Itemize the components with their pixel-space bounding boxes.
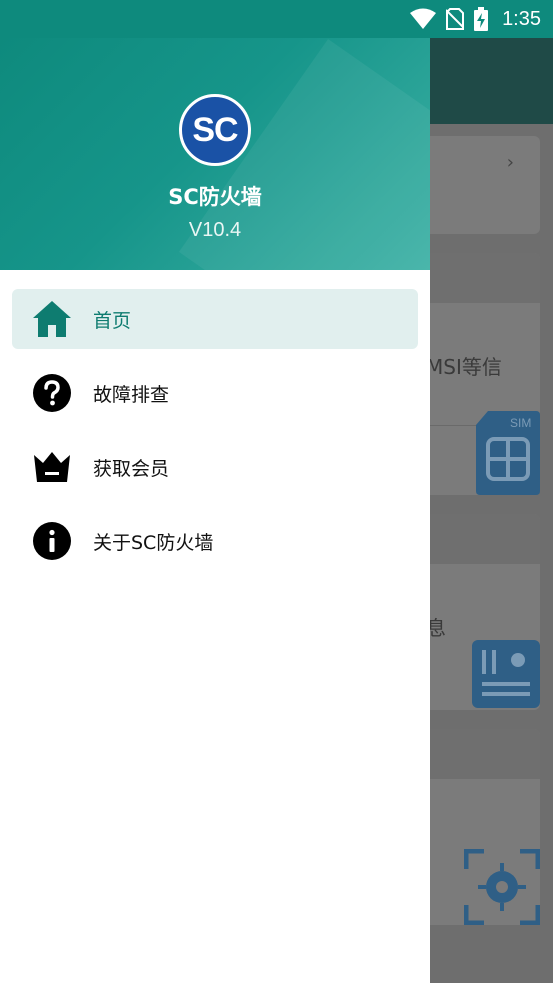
no-sim-icon	[446, 8, 465, 30]
status-icons: 1:35	[410, 6, 541, 32]
menu-item-home[interactable]: 首页	[12, 289, 418, 349]
app-name: SC防火墙	[168, 185, 262, 209]
info-icon	[32, 521, 72, 561]
menu-item-about[interactable]: 关于SC防火墙	[12, 511, 418, 571]
app-logo: SC	[179, 94, 251, 166]
app-version: V10.4	[188, 219, 242, 241]
navigation-drawer: SC SC防火墙 V10.4 首页 故障排查 获取会员 关于SC防火墙	[0, 38, 430, 983]
sim-card-icon: SIM	[476, 411, 540, 495]
chevron-right-icon: ›	[506, 152, 514, 173]
status-bar: 1:35	[0, 0, 553, 38]
background-card-text: MSI等信	[426, 355, 502, 379]
menu-item-label: 故障排查	[93, 383, 170, 406]
status-time: 1:35	[502, 7, 541, 30]
app-logo-text: SC	[192, 110, 238, 149]
menu-item-membership[interactable]: 获取会员	[12, 437, 418, 497]
wifi-icon	[410, 8, 437, 29]
locate-target-icon	[464, 849, 540, 925]
menu-item-label: 获取会员	[93, 457, 170, 480]
home-icon	[32, 299, 72, 339]
drawer-menu: 首页 故障排查 获取会员 关于SC防火墙	[12, 289, 418, 585]
crown-icon	[32, 447, 72, 487]
help-circle-icon	[32, 373, 72, 413]
menu-item-troubleshoot[interactable]: 故障排查	[12, 363, 418, 423]
sim-label: SIM	[510, 416, 531, 430]
battery-charging-icon	[474, 7, 489, 31]
chip-board-icon	[472, 640, 540, 708]
menu-item-label: 首页	[93, 309, 132, 332]
menu-item-label: 关于SC防火墙	[93, 531, 214, 554]
drawer-header: SC SC防火墙 V10.4	[0, 38, 430, 270]
